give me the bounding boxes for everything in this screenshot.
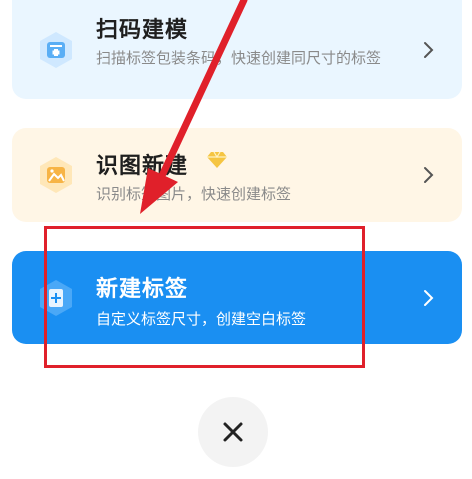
- chevron-right-icon: [422, 40, 436, 60]
- close-icon: [223, 422, 243, 442]
- scan-create-title: 扫码建模: [96, 18, 189, 43]
- scan-template-icon: [36, 30, 76, 70]
- diamond-vip-icon: [206, 150, 228, 170]
- image-recognize-icon: [36, 155, 76, 195]
- scan-create-card[interactable]: 扫码建模 扫描标签包装条码，快速创建同尺寸的标签: [12, 0, 462, 99]
- scan-create-desc: 扫描标签包装条码，快速创建同尺寸的标签: [96, 49, 382, 67]
- chevron-right-icon: [422, 288, 436, 308]
- image-create-desc: 识别标签图片，快速创建标签: [96, 185, 292, 203]
- image-create-card[interactable]: 识图新建 识别标签图片，快速创建标签: [12, 128, 462, 222]
- image-create-title: 识图新建: [96, 154, 189, 179]
- close-button[interactable]: [198, 397, 268, 467]
- annotation-highlight-box: [44, 226, 365, 368]
- chevron-right-icon: [422, 165, 436, 185]
